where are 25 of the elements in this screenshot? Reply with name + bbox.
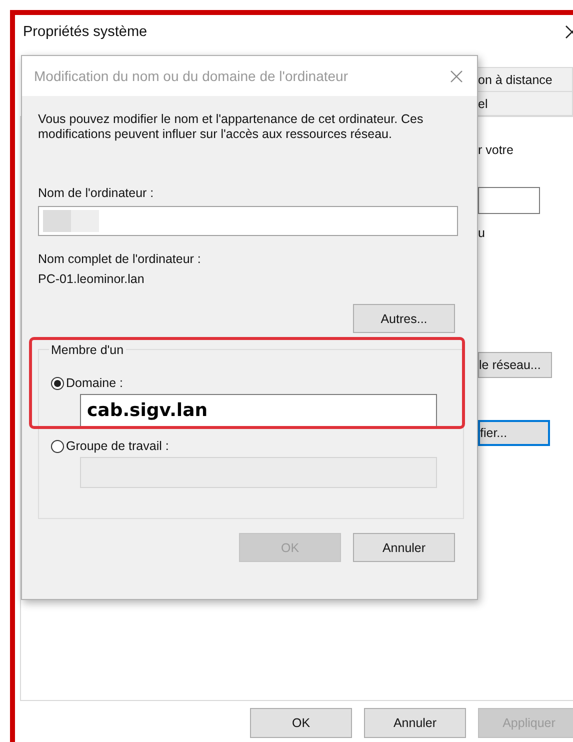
- input-field[interactable]: cab.sigv.lan: [80, 394, 437, 427]
- dialog-button[interactable]: Annuler: [353, 533, 455, 562]
- computer-name-field[interactable]: [38, 206, 458, 236]
- dialog-button[interactable]: Annuler: [364, 708, 466, 738]
- full-name-text: PC-01.leominor.lan: [38, 272, 146, 286]
- redaction-block: [43, 210, 99, 232]
- radio-label[interactable]: Domaine :: [66, 376, 123, 390]
- more-button[interactable]: Autres...: [353, 304, 455, 333]
- panel-text: r votre: [478, 143, 514, 157]
- field-label: Nom de l'ordinateur :: [38, 186, 155, 200]
- dialog-button[interactable]: OK: [250, 708, 352, 738]
- window-title: Propriétés système: [23, 24, 148, 40]
- tab[interactable]: on à distance: [478, 67, 573, 92]
- tab[interactable]: el: [478, 92, 573, 116]
- radio-button[interactable]: [51, 440, 64, 452]
- panel-button[interactable]: le réseau...: [478, 352, 552, 378]
- radio-label[interactable]: Groupe de travail :: [66, 439, 169, 453]
- panel-button[interactable]: fier...: [478, 420, 550, 446]
- group-legend: Membre d'un: [49, 343, 126, 357]
- description-text: Vous pouvez modifier le nom et l'appartenance de cet ordinateur. Ces modifications peuvent influer sur l'accès aux ressources réseau.: [38, 112, 424, 142]
- field-label: Nom complet de l'ordinateur :: [38, 252, 202, 266]
- input-field[interactable]: [478, 187, 540, 214]
- radio-button[interactable]: [51, 376, 64, 390]
- dialog-title: Modification du nom ou du domaine de l'ordinateur: [34, 68, 348, 84]
- panel-text: u: [478, 226, 486, 240]
